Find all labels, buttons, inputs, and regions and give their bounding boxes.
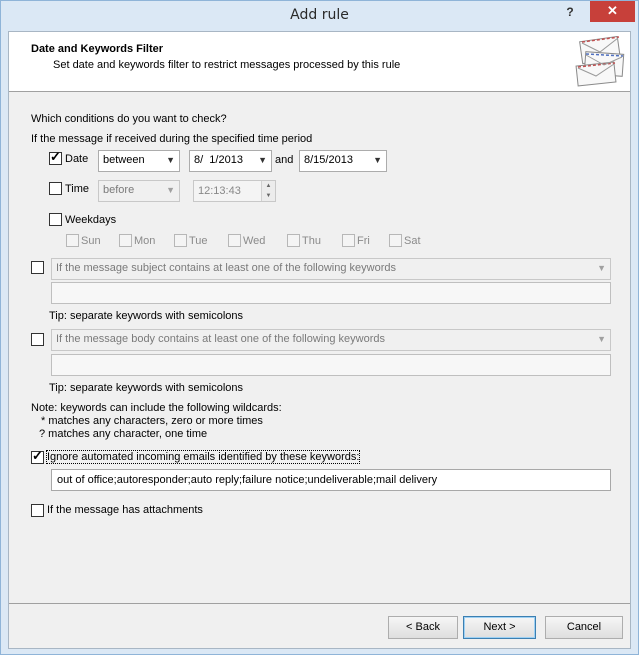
body-tip: Tip: separate keywords with semicolons xyxy=(49,382,244,394)
time-label: Time xyxy=(65,183,90,195)
body-checkbox[interactable] xyxy=(31,333,44,346)
footer-divider xyxy=(9,603,630,604)
subject-checkbox[interactable] xyxy=(31,261,44,274)
subject-condition-select[interactable]: If the message subject contains at least… xyxy=(51,258,611,280)
next-button[interactable]: Next > xyxy=(463,616,536,639)
fri-checkbox[interactable] xyxy=(342,234,355,247)
time-value: 12:13:43 xyxy=(198,185,241,197)
sun-checkbox[interactable] xyxy=(66,234,79,247)
and-label: and xyxy=(275,154,294,166)
wildcards-note: Note: keywords can include the following… xyxy=(31,402,282,414)
time-stepper[interactable]: 12:13:43 ▲ ▼ xyxy=(193,180,276,202)
spin-down-icon[interactable]: ▼ xyxy=(261,191,275,201)
ignore-label[interactable]: Ignore automated incoming emails identif… xyxy=(45,450,361,464)
sat-label: Sat xyxy=(404,235,421,247)
body-keywords-input[interactable] xyxy=(51,354,611,376)
time-mode-value: before xyxy=(103,184,135,196)
fri-label: Fri xyxy=(357,235,370,247)
sun-label: Sun xyxy=(81,235,101,247)
back-button[interactable]: < Back xyxy=(388,616,458,639)
header-title: Date and Keywords Filter xyxy=(31,43,164,55)
subject-keywords-input[interactable] xyxy=(51,282,611,304)
wildcard-question-note: ? matches any character, one time xyxy=(39,428,208,440)
date-label: Date xyxy=(65,153,89,165)
chevron-down-icon: ▼ xyxy=(373,155,382,165)
attachments-checkbox[interactable] xyxy=(31,504,44,517)
title-bar[interactable]: Add rule ? ✕ xyxy=(1,1,638,31)
check-icon: ✓ xyxy=(50,149,61,164)
weekdays-checkbox[interactable] xyxy=(49,213,62,226)
sat-checkbox[interactable] xyxy=(389,234,402,247)
date-from-value: 8/ 1/2013 xyxy=(194,154,243,166)
tue-checkbox[interactable] xyxy=(174,234,187,247)
close-button[interactable]: ✕ xyxy=(590,1,635,22)
ignore-checkbox[interactable]: ✓ xyxy=(31,448,44,464)
envelopes-icon xyxy=(575,36,625,87)
date-from-picker[interactable]: 8/ 1/2013 ▼ xyxy=(189,150,272,172)
wildcard-star-note: * matches any characters, zero or more t… xyxy=(41,415,263,427)
subject-condition-value: If the message subject contains at least… xyxy=(56,262,396,274)
chevron-down-icon: ▼ xyxy=(597,263,606,273)
wed-label: Wed xyxy=(243,235,266,247)
body-condition-select[interactable]: If the message body contains at least on… xyxy=(51,329,611,351)
mon-label: Mon xyxy=(134,235,156,247)
time-mode-select[interactable]: before ▼ xyxy=(98,180,180,202)
wed-checkbox[interactable] xyxy=(228,234,241,247)
chevron-down-icon: ▼ xyxy=(166,185,175,195)
period-label: If the message if received during the sp… xyxy=(31,133,313,145)
date-checkbox[interactable]: ✓ xyxy=(49,149,62,165)
date-to-picker[interactable]: 8/15/2013 ▼ xyxy=(299,150,387,172)
thu-checkbox[interactable] xyxy=(287,234,300,247)
spin-up-icon[interactable]: ▲ xyxy=(261,181,275,191)
chevron-down-icon: ▼ xyxy=(166,155,175,165)
tue-label: Tue xyxy=(189,235,208,247)
dialog-window: Add rule ? ✕ Date and Keywords Filter Se… xyxy=(0,0,639,655)
chevron-down-icon: ▼ xyxy=(258,155,267,165)
ignore-keywords-input[interactable]: out of office;autoresponder;auto reply;f… xyxy=(51,469,611,491)
date-to-value: 8/15/2013 xyxy=(304,154,353,166)
conditions-question: Which conditions do you want to check? xyxy=(31,113,227,125)
thu-label: Thu xyxy=(302,235,321,247)
dialog-client: Date and Keywords Filter Set date and ke… xyxy=(8,31,631,649)
time-checkbox[interactable] xyxy=(49,182,62,195)
weekdays-label: Weekdays xyxy=(65,214,117,226)
check-icon: ✓ xyxy=(32,448,43,463)
attachments-label: If the message has attachments xyxy=(47,504,203,516)
cancel-button[interactable]: Cancel xyxy=(545,616,623,639)
chevron-down-icon: ▼ xyxy=(597,334,606,344)
help-button[interactable]: ? xyxy=(557,2,583,22)
date-mode-select[interactable]: between ▼ xyxy=(98,150,180,172)
wizard-header: Date and Keywords Filter Set date and ke… xyxy=(9,32,630,92)
header-subtitle: Set date and keywords filter to restrict… xyxy=(53,59,401,71)
mon-checkbox[interactable] xyxy=(119,234,132,247)
body-condition-value: If the message body contains at least on… xyxy=(56,333,385,345)
date-mode-value: between xyxy=(103,154,145,166)
subject-tip: Tip: separate keywords with semicolons xyxy=(49,310,244,322)
window-title: Add rule xyxy=(290,7,349,23)
